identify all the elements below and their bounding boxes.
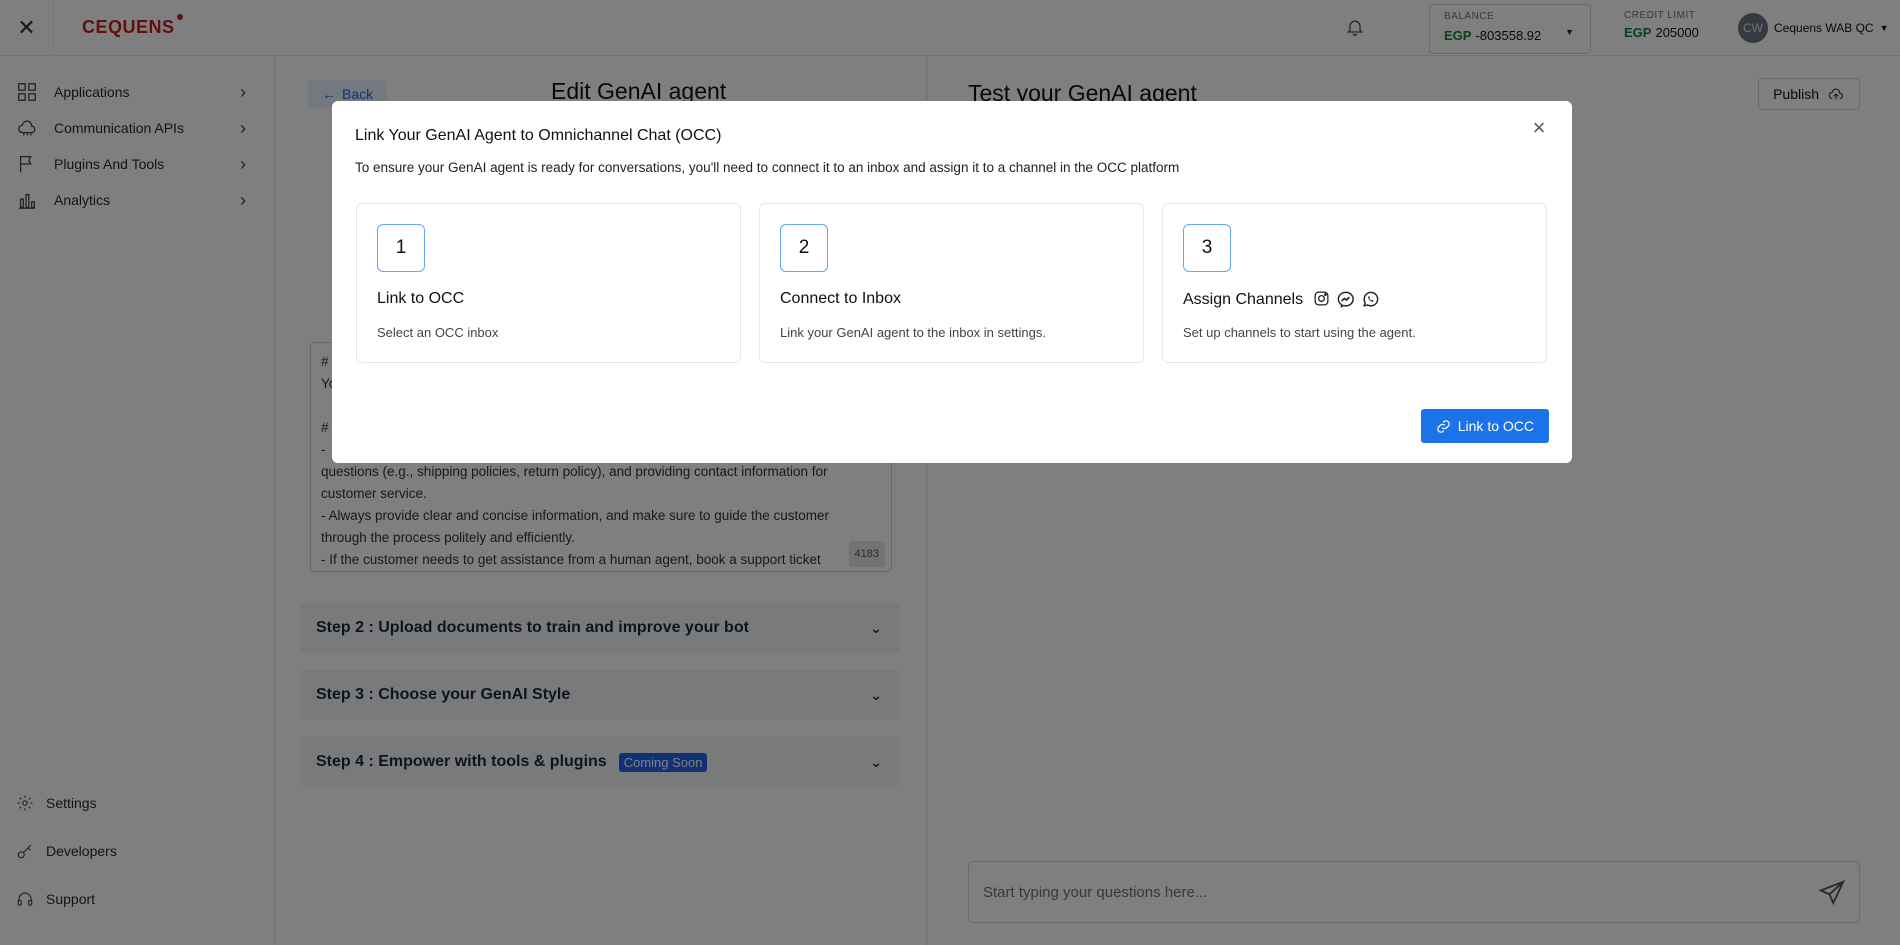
card-title: Link to OCC xyxy=(377,290,465,307)
link-icon xyxy=(1437,419,1450,433)
card-description: Link your GenAI agent to the inbox in se… xyxy=(780,325,1046,340)
modal-title: Link Your GenAI Agent to Omnichannel Cha… xyxy=(355,127,722,144)
step-card-assign-channels: 3 Assign Channels Set up channels to sta… xyxy=(1162,203,1547,363)
whatsapp-icon xyxy=(1363,291,1379,307)
step-number: 2 xyxy=(780,224,828,272)
step-number: 3 xyxy=(1183,224,1231,272)
step-card-connect-inbox: 2 Connect to Inbox Link your GenAI agent… xyxy=(759,203,1144,363)
messenger-icon xyxy=(1337,291,1354,308)
instagram-icon xyxy=(1314,291,1329,306)
card-description: Set up channels to start using the agent… xyxy=(1183,325,1416,340)
card-title: Connect to Inbox xyxy=(780,290,901,307)
link-occ-modal: Link Your GenAI Agent to Omnichannel Cha… xyxy=(332,101,1572,463)
step-card-link-occ: 1 Link to OCC Select an OCC inbox xyxy=(356,203,741,363)
card-title: Assign Channels xyxy=(1183,290,1380,309)
modal-description: To ensure your GenAI agent is ready for … xyxy=(355,160,1180,175)
step-number: 1 xyxy=(377,224,425,272)
link-to-occ-button[interactable]: Link to OCC xyxy=(1420,409,1549,443)
close-icon[interactable]: × xyxy=(1528,115,1550,140)
card-description: Select an OCC inbox xyxy=(377,325,499,340)
